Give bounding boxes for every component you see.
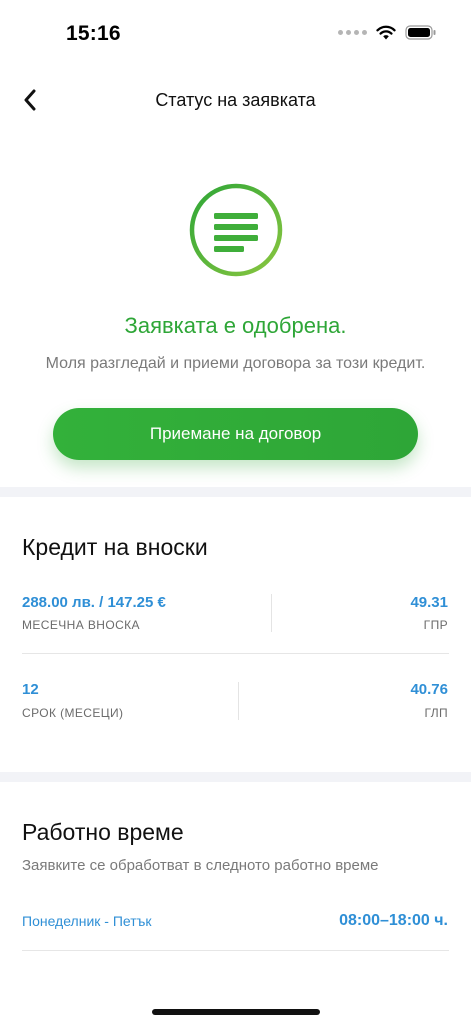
column-divider [271, 594, 272, 632]
row-divider [22, 950, 449, 951]
section-divider [0, 772, 471, 782]
term-label: СРОК (МЕСЕЦИ) [22, 706, 124, 720]
credit-section-title: Кредит на вноски [22, 534, 208, 560]
gpr-value: 49.31 [410, 594, 448, 611]
battery-icon [405, 25, 436, 40]
hours-subtitle: Заявките се обработват в следното работн… [22, 857, 379, 874]
approval-title: Заявката е одобрена. [124, 313, 347, 338]
signal-dots-icon [338, 30, 367, 35]
home-indicator[interactable] [152, 1009, 320, 1015]
column-divider [238, 682, 239, 720]
monthly-payment-label: МЕСЕЧНА ВНОСКА [22, 618, 140, 632]
glp-label: ГЛП [424, 706, 448, 720]
approval-subtitle: Моля разгледай и приеми договора за този… [45, 355, 426, 372]
wifi-icon [376, 25, 396, 40]
gpr-label: ГПР [423, 618, 448, 632]
approved-list-icon [189, 183, 283, 277]
accept-contract-button[interactable]: Приемане на договор [53, 408, 418, 460]
glp-value: 40.76 [410, 681, 448, 698]
page-title: Статус на заявката [155, 90, 316, 110]
status-icons [338, 25, 437, 40]
status-time: 15:16 [66, 22, 121, 45]
term-value: 12 [22, 681, 39, 698]
hours-section-title: Работно време [22, 819, 184, 845]
hours-time: 08:00–18:00 ч. [339, 912, 448, 929]
monthly-payment-value: 288.00 лв. / 147.25 € [22, 594, 166, 611]
hours-days: Понеделник - Петък [22, 913, 152, 929]
section-divider [0, 487, 471, 497]
nav-bar: Статус на заявката [0, 78, 471, 124]
row-divider [22, 653, 449, 654]
status-bar: 15:16 [0, 0, 471, 70]
